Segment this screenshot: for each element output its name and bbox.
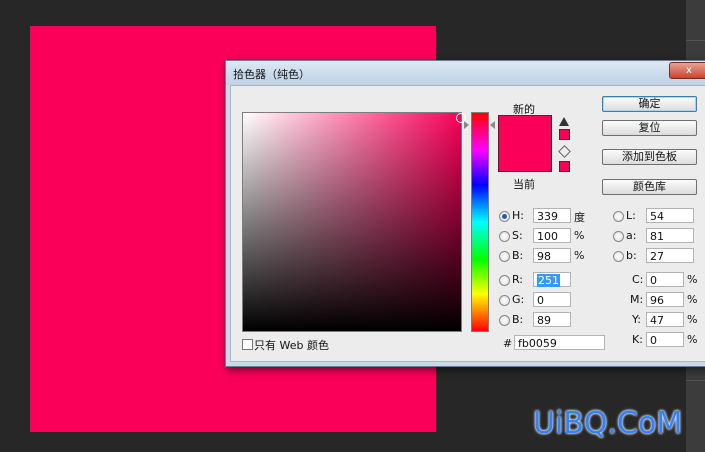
red-input-value: 251 [537, 274, 560, 287]
lab-a-label: a: [626, 229, 637, 242]
web-colors-only-checkbox[interactable] [242, 339, 253, 350]
color-picker-dialog: 拾色器（纯色） x 新的 当前 确定 复位 添加到色板 颜色库 H: 339 度… [225, 60, 705, 367]
add-to-swatches-button[interactable]: 添加到色板 [602, 149, 697, 165]
cyan-unit: % [687, 273, 698, 286]
magenta-label: M: [630, 293, 644, 306]
red-label: R: [512, 273, 524, 286]
yellow-label: Y: [632, 313, 641, 326]
warning-triangle-icon[interactable] [559, 117, 569, 126]
lab-a-input[interactable]: 81 [646, 228, 694, 243]
lab-b-label: b: [626, 249, 637, 262]
cube-icon[interactable] [558, 145, 571, 158]
saturation-radio[interactable] [499, 231, 510, 242]
color-preview-frame [498, 115, 552, 172]
blue-radio[interactable] [499, 315, 510, 326]
blue-label: B: [512, 313, 524, 326]
black-label: K: [632, 333, 643, 346]
brightness-label: B: [512, 249, 524, 262]
hue-label: H: [512, 209, 524, 222]
brightness-radio[interactable] [499, 251, 510, 262]
cyan-label: C: [632, 273, 644, 286]
red-radio[interactable] [499, 275, 510, 286]
dialog-title: 拾色器（纯色） [233, 68, 310, 81]
cyan-input[interactable]: 0 [646, 272, 684, 287]
magenta-unit: % [687, 293, 698, 306]
hue-slider-left-arrow-icon[interactable] [464, 121, 469, 129]
hex-input[interactable]: fb0059 [514, 335, 605, 350]
hex-label: # [503, 337, 513, 350]
lab-l-radio[interactable] [613, 211, 624, 222]
yellow-unit: % [687, 313, 698, 326]
hue-slider[interactable] [471, 112, 489, 332]
green-label: G: [512, 293, 525, 306]
brightness-input[interactable]: 98 [533, 248, 571, 263]
hue-slider-right-arrow-icon[interactable] [490, 121, 495, 129]
hue-input[interactable]: 339 [533, 208, 571, 223]
lab-a-radio[interactable] [613, 231, 624, 242]
saturation-label: S: [512, 229, 523, 242]
color-libraries-button[interactable]: 颜色库 [602, 179, 697, 195]
saturation-unit: % [574, 229, 585, 242]
hue-unit: 度 [574, 211, 585, 224]
green-radio[interactable] [499, 295, 510, 306]
current-color-label: 当前 [513, 178, 535, 191]
black-unit: % [687, 333, 698, 346]
red-input[interactable]: 251 [533, 272, 571, 287]
web-colors-only-label[interactable]: 只有 Web 颜色 [254, 337, 329, 353]
saturation-input[interactable]: 100 [533, 228, 571, 243]
ok-button[interactable]: 确定 [602, 96, 697, 112]
blue-input[interactable]: 89 [533, 312, 571, 327]
watermark: UiBQ.CoM [533, 406, 683, 441]
lab-b-input[interactable]: 27 [646, 248, 694, 263]
color-field[interactable] [242, 112, 462, 332]
lab-l-label: L: [626, 209, 636, 222]
green-input[interactable]: 0 [533, 292, 571, 307]
close-icon[interactable]: x [669, 62, 705, 79]
yellow-input[interactable]: 47 [646, 312, 684, 327]
lab-l-input[interactable]: 54 [646, 208, 694, 223]
dialog-titlebar[interactable]: 拾色器（纯色） x [226, 61, 705, 85]
magenta-input[interactable]: 96 [646, 292, 684, 307]
reset-button[interactable]: 复位 [602, 120, 697, 136]
lab-b-radio[interactable] [613, 251, 624, 262]
brightness-unit: % [574, 249, 585, 262]
dialog-body: 新的 当前 确定 复位 添加到色板 颜色库 H: 339 度 S: 100 % … [230, 85, 705, 362]
web-safe-swatch[interactable] [559, 161, 570, 172]
gamut-warning-swatch[interactable] [559, 129, 570, 140]
black-input[interactable]: 0 [646, 332, 684, 347]
hue-radio[interactable] [499, 211, 510, 222]
